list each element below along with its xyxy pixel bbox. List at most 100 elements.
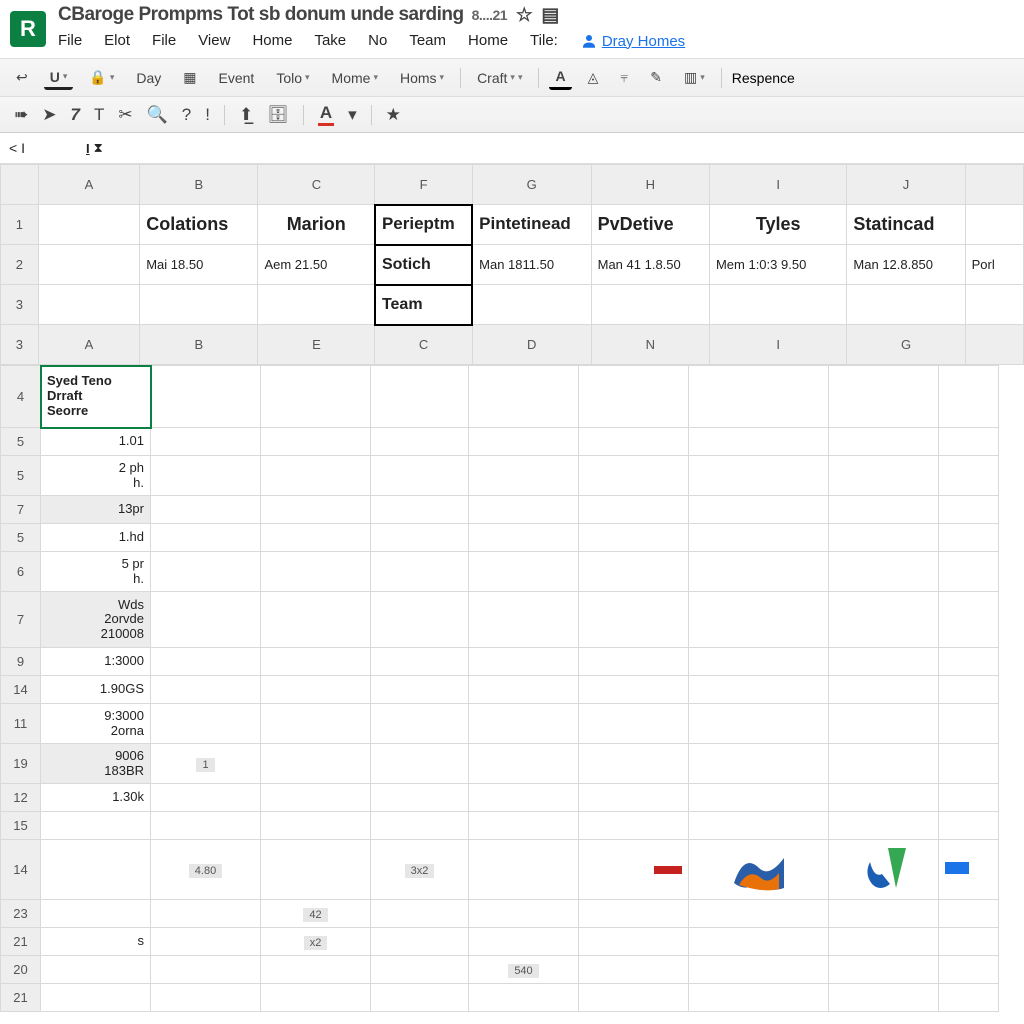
col2-G[interactable]: G bbox=[847, 325, 965, 365]
star-icon2[interactable]: ★ bbox=[386, 105, 401, 125]
cell[interactable]: x2 bbox=[261, 928, 371, 956]
active-cell[interactable]: Syed Teno Drraft Seorre bbox=[41, 366, 151, 428]
cell[interactable] bbox=[151, 524, 261, 552]
cell[interactable] bbox=[591, 285, 709, 325]
italic-icon[interactable]: 7 bbox=[71, 105, 80, 125]
cell[interactable] bbox=[261, 984, 371, 1012]
response-input[interactable] bbox=[732, 70, 822, 86]
cell[interactable]: 1.hd bbox=[41, 524, 151, 552]
cell[interactable] bbox=[41, 812, 151, 840]
cell[interactable]: Wds 2orvde 210008 bbox=[41, 592, 151, 648]
cell[interactable] bbox=[261, 704, 371, 744]
menu-team[interactable]: Team bbox=[409, 32, 446, 50]
star-icon[interactable]: ☆ bbox=[515, 6, 533, 24]
cell[interactable] bbox=[151, 676, 261, 704]
mome-dropdown[interactable]: Mome ▾ bbox=[326, 67, 384, 89]
cell[interactable] bbox=[371, 366, 469, 428]
cell[interactable]: Marion bbox=[258, 205, 375, 245]
cell[interactable] bbox=[151, 648, 261, 676]
col2-B[interactable]: B bbox=[140, 325, 258, 365]
cell[interactable] bbox=[939, 648, 999, 676]
cell[interactable] bbox=[579, 676, 689, 704]
cell[interactable] bbox=[689, 648, 829, 676]
menu-take[interactable]: Take bbox=[314, 32, 346, 50]
cell[interactable] bbox=[579, 592, 689, 648]
cell[interactable] bbox=[829, 592, 939, 648]
cell[interactable] bbox=[579, 704, 689, 744]
cell[interactable] bbox=[371, 496, 469, 524]
cell[interactable] bbox=[689, 676, 829, 704]
day-button[interactable]: Day bbox=[130, 67, 167, 89]
menu-no[interactable]: No bbox=[368, 32, 387, 50]
archive-icon[interactable]: 🗄 bbox=[267, 105, 289, 125]
cell[interactable]: Aem 21.50 bbox=[258, 245, 375, 285]
cell[interactable] bbox=[689, 984, 829, 1012]
cell[interactable] bbox=[829, 984, 939, 1012]
cell[interactable] bbox=[261, 366, 371, 428]
dropdown-icon[interactable]: ▾ bbox=[348, 105, 357, 125]
cell[interactable]: 1.01 bbox=[41, 428, 151, 456]
document-title[interactable]: CBaroge Prompms Tot sb donum unde sardin… bbox=[58, 4, 464, 26]
cell[interactable] bbox=[579, 928, 689, 956]
cell[interactable] bbox=[579, 428, 689, 456]
cell[interactable] bbox=[41, 840, 151, 900]
cell[interactable] bbox=[151, 592, 261, 648]
cell[interactable] bbox=[689, 784, 829, 812]
grid-icon[interactable]: ▥▾ bbox=[678, 66, 711, 89]
cell[interactable] bbox=[469, 676, 579, 704]
cell[interactable] bbox=[829, 428, 939, 456]
cell[interactable] bbox=[689, 496, 829, 524]
cell[interactable] bbox=[261, 524, 371, 552]
cell[interactable] bbox=[151, 928, 261, 956]
row-header[interactable]: 14 bbox=[1, 676, 41, 704]
col-header-J[interactable]: J bbox=[847, 165, 965, 205]
cell[interactable] bbox=[469, 496, 579, 524]
row-header[interactable]: 5 bbox=[1, 428, 41, 456]
arrow-right-icon[interactable]: ➠ bbox=[14, 105, 28, 125]
cell[interactable]: 1.30k bbox=[41, 784, 151, 812]
col2-I[interactable]: I bbox=[709, 325, 846, 365]
cell[interactable] bbox=[579, 956, 689, 984]
cell[interactable] bbox=[689, 840, 829, 900]
cell[interactable] bbox=[939, 928, 999, 956]
col-header-H[interactable]: H bbox=[591, 165, 709, 205]
edit-icon[interactable]: ✎ bbox=[644, 66, 668, 89]
cell[interactable] bbox=[939, 496, 999, 524]
col-header-G[interactable]: G bbox=[472, 165, 591, 205]
menu-elot[interactable]: Elot bbox=[104, 32, 130, 50]
cell[interactable] bbox=[151, 984, 261, 1012]
cell[interactable] bbox=[829, 704, 939, 744]
cell[interactable] bbox=[829, 784, 939, 812]
underline-icon[interactable]: U▾ bbox=[44, 66, 74, 90]
cell[interactable] bbox=[371, 784, 469, 812]
cell[interactable] bbox=[261, 552, 371, 592]
row-header-2[interactable]: 2 bbox=[1, 245, 39, 285]
cell[interactable] bbox=[371, 592, 469, 648]
cell[interactable] bbox=[469, 900, 579, 928]
cell[interactable] bbox=[579, 840, 689, 900]
cell[interactable]: 9:3000 2orna bbox=[41, 704, 151, 744]
cell[interactable] bbox=[689, 900, 829, 928]
col2-C[interactable]: C bbox=[375, 325, 472, 365]
cell[interactable] bbox=[709, 285, 846, 325]
cell[interactable] bbox=[579, 456, 689, 496]
cell[interactable] bbox=[939, 744, 999, 784]
cell[interactable] bbox=[38, 285, 139, 325]
cell[interactable] bbox=[939, 956, 999, 984]
cell[interactable] bbox=[579, 900, 689, 928]
cell[interactable]: Team bbox=[375, 285, 472, 325]
cell[interactable] bbox=[829, 928, 939, 956]
cell[interactable] bbox=[829, 744, 939, 784]
cell[interactable] bbox=[829, 552, 939, 592]
cell[interactable]: 1 bbox=[151, 744, 261, 784]
row-header[interactable]: 15 bbox=[1, 812, 41, 840]
row-header[interactable]: 7 bbox=[1, 592, 41, 648]
col-header-A[interactable]: A bbox=[38, 165, 139, 205]
cell[interactable] bbox=[939, 704, 999, 744]
cell[interactable] bbox=[261, 956, 371, 984]
info-icon[interactable]: ! bbox=[205, 105, 210, 125]
cell[interactable] bbox=[965, 285, 1023, 325]
cell[interactable] bbox=[469, 366, 579, 428]
cell[interactable]: 3x2 bbox=[371, 840, 469, 900]
cut-icon[interactable]: ✂ bbox=[118, 105, 132, 125]
